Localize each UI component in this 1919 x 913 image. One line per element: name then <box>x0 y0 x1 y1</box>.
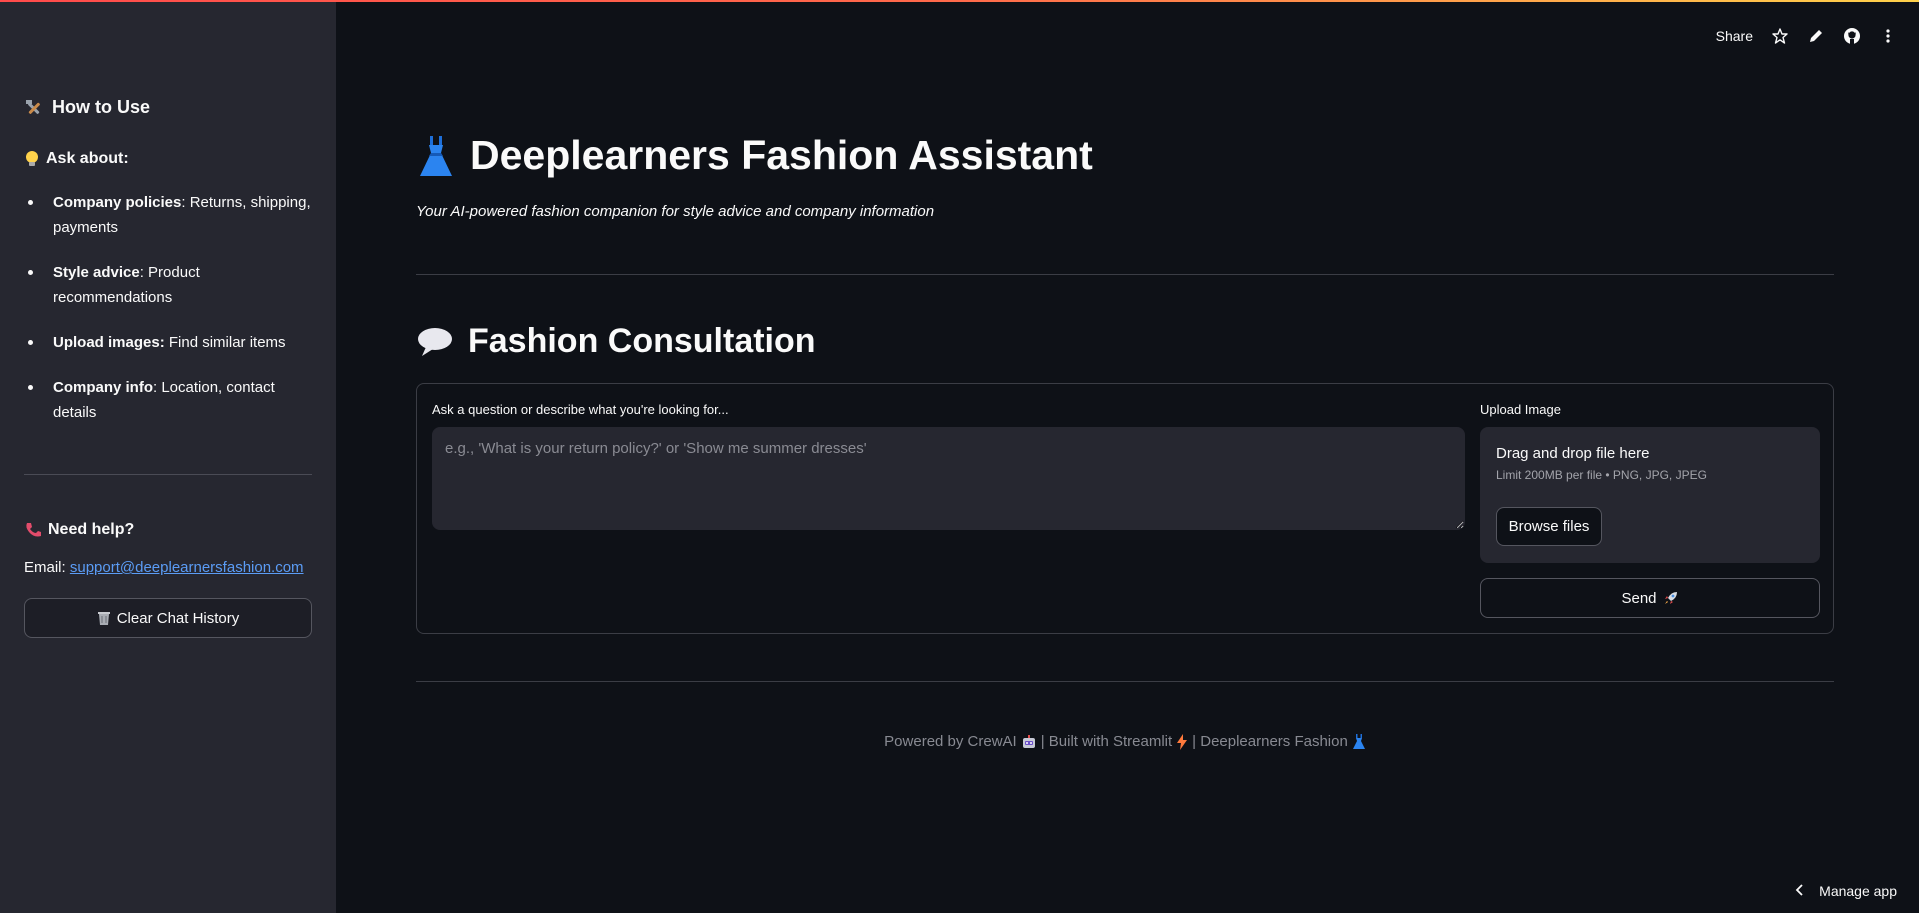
wastebasket-icon <box>97 610 111 626</box>
list-item: Upload images: Find similar items <box>24 330 314 355</box>
email-label: Email: <box>24 559 66 576</box>
list-item: Company info: Location, contact details <box>24 375 314 425</box>
question-textarea[interactable] <box>432 427 1465 530</box>
browse-files-button[interactable]: Browse files <box>1496 507 1602 546</box>
robot-icon <box>1021 734 1037 750</box>
ask-about-list: Company policies: Returns, shipping, pay… <box>24 190 314 445</box>
consultation-form: Ask a question or describe what you're l… <box>416 383 1834 634</box>
ask-about-title: Ask about: <box>46 150 129 167</box>
speech-balloon-icon <box>416 326 454 358</box>
item-bold: Company info <box>53 379 153 396</box>
send-label: Send <box>1621 589 1657 607</box>
sidebar-divider <box>24 474 312 475</box>
ask-about-heading: Ask about: <box>24 150 129 168</box>
question-label: Ask a question or describe what you're l… <box>432 402 729 417</box>
dropzone-limit: Limit 200MB per file • PNG, JPG, JPEG <box>1496 468 1707 482</box>
sidebar: How to Use Ask about: Company policies: … <box>0 2 336 913</box>
support-email: Email: support@deeplearnersfashion.com <box>24 559 304 576</box>
clear-chat-history-label: Clear Chat History <box>116 609 240 627</box>
header-toolbar: Share <box>1716 24 1897 48</box>
page-title-text: Deeplearners Fashion Assistant <box>470 132 1093 178</box>
dropzone-title: Drag and drop file here <box>1496 445 1650 462</box>
manage-app-button[interactable]: Manage app <box>1795 883 1897 899</box>
clear-chat-history-button[interactable]: Clear Chat History <box>24 598 312 638</box>
item-bold: Style advice <box>53 264 140 281</box>
divider <box>416 681 1834 682</box>
chevron-left-icon <box>1795 883 1805 899</box>
hammer-wrench-icon <box>24 98 44 118</box>
section-title-text: Fashion Consultation <box>468 322 816 360</box>
list-item: Company policies: Returns, shipping, pay… <box>24 190 314 240</box>
support-email-link[interactable]: support@deeplearnersfashion.com <box>70 559 304 576</box>
share-button[interactable]: Share <box>1716 28 1753 44</box>
need-help-heading: Need help? <box>24 521 134 539</box>
github-icon[interactable] <box>1843 27 1861 45</box>
list-item: Style advice: Product recommendations <box>24 260 314 310</box>
divider <box>416 274 1834 275</box>
section-title: Fashion Consultation <box>416 322 816 361</box>
item-text: Find similar items <box>164 334 286 351</box>
upload-image-label: Upload Image <box>1480 402 1561 417</box>
item-bold: Upload images: <box>53 334 165 351</box>
need-help-title: Need help? <box>48 521 135 538</box>
item-bold: Company policies <box>53 194 182 211</box>
manage-app-label: Manage app <box>1819 883 1897 899</box>
lightbulb-icon <box>24 150 40 168</box>
file-dropzone[interactable]: Drag and drop file here Limit 200MB per … <box>1480 427 1820 563</box>
footer-brand: | Deeplearners Fashion <box>1192 733 1348 750</box>
rocket-icon <box>1663 590 1679 606</box>
telephone-icon <box>24 521 42 539</box>
how-to-use-heading: How to Use <box>24 97 150 118</box>
footer-powered-by: Powered by CrewAI <box>884 733 1017 750</box>
dress-icon <box>1352 733 1366 750</box>
star-icon[interactable] <box>1771 27 1789 45</box>
page-title: Deeplearners Fashion Assistant <box>416 132 1093 179</box>
send-button[interactable]: Send <box>1480 578 1820 618</box>
footer-built-with: | Built with Streamlit <box>1040 733 1173 750</box>
lightning-icon <box>1176 733 1188 750</box>
how-to-use-title: How to Use <box>52 97 151 117</box>
edit-pencil-icon[interactable] <box>1807 27 1825 45</box>
more-options-icon[interactable] <box>1879 27 1897 45</box>
page-subtitle: Your AI-powered fashion companion for st… <box>416 203 935 220</box>
dress-icon <box>416 134 456 178</box>
footer: Powered by CrewAI | Built with Streamlit… <box>416 733 1834 750</box>
